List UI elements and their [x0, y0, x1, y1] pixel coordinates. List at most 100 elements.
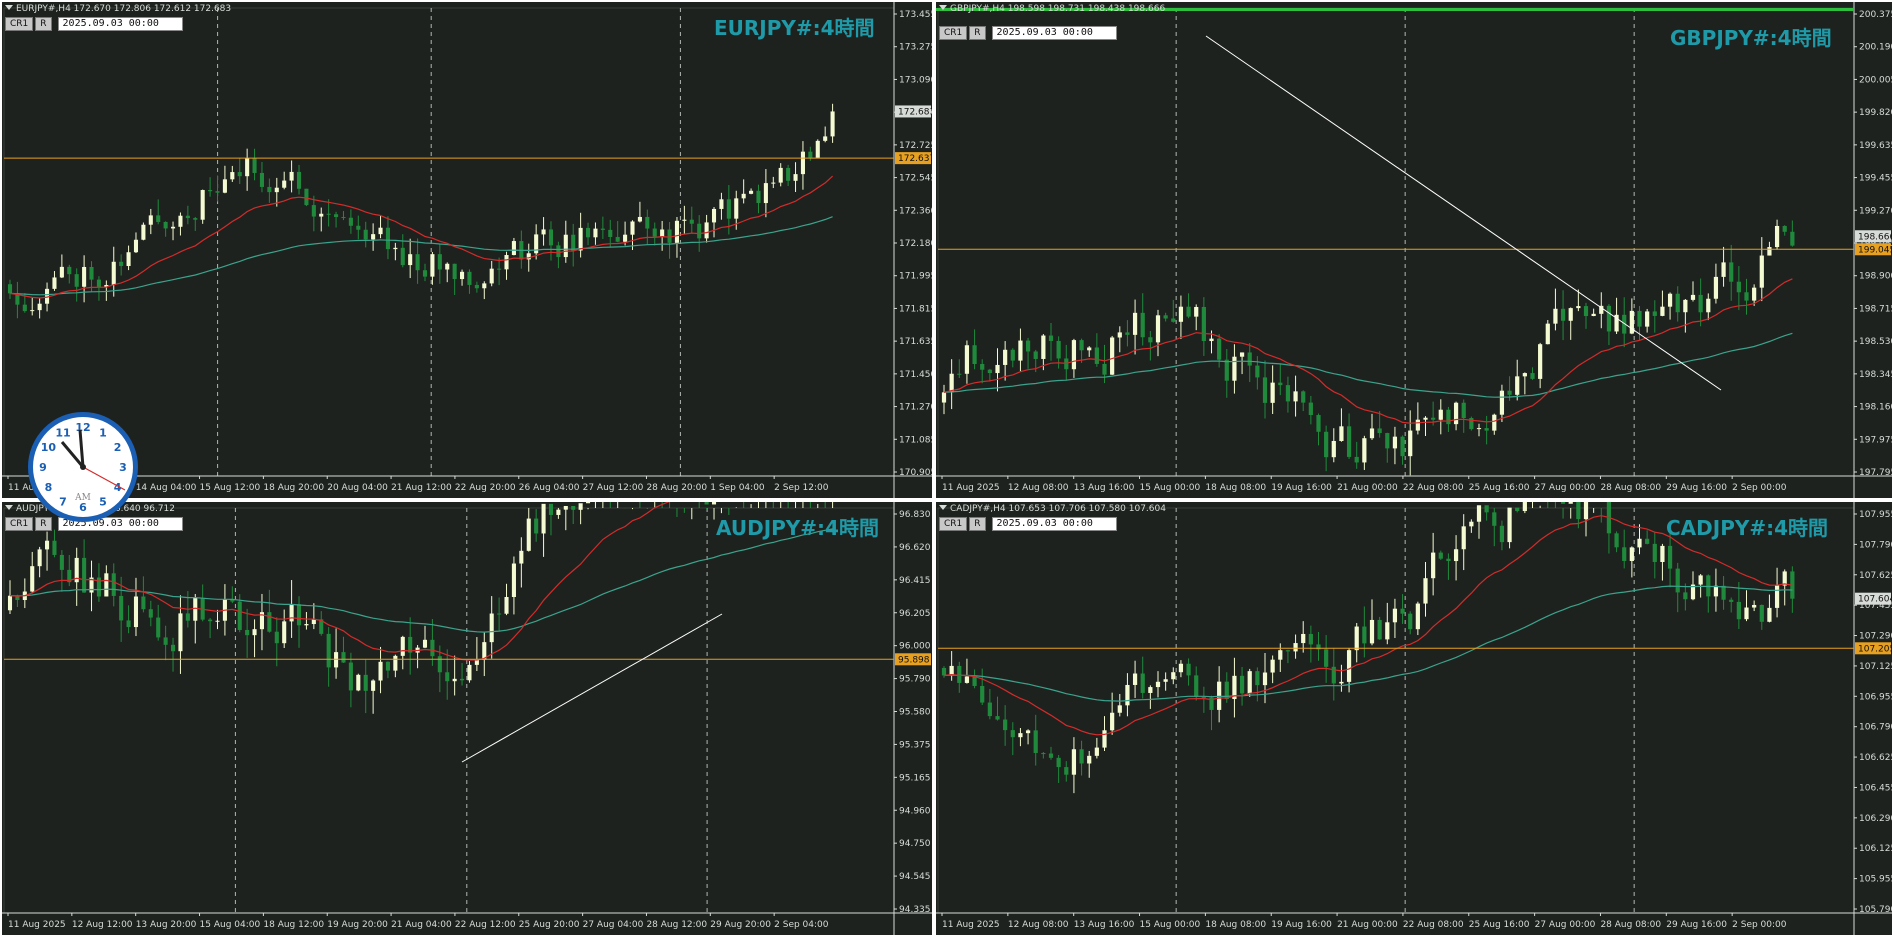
current-price-tag-text: 107.604	[1858, 595, 1892, 605]
candle-body	[1010, 349, 1015, 361]
candle-body	[1507, 507, 1512, 543]
dropdown-triangle-icon[interactable]	[939, 505, 947, 510]
level-price-tag-text: 107.205	[1858, 644, 1892, 654]
candle-body	[1094, 747, 1099, 756]
candle-body	[1003, 349, 1008, 365]
candle-body	[1461, 402, 1466, 419]
candle-body	[363, 674, 368, 691]
candle-body	[1736, 601, 1741, 620]
candle-body	[1270, 382, 1275, 403]
cr1-button[interactable]: CR1	[5, 17, 34, 31]
candle-body	[571, 505, 576, 510]
candle-body	[326, 213, 331, 215]
price-tick-label: 107.625	[1859, 571, 1892, 581]
candle-body	[22, 304, 27, 312]
time-tick-label: 21 Aug 00:00	[1337, 920, 1398, 930]
clock-number: 3	[119, 461, 127, 474]
candle-body	[163, 221, 168, 229]
candle-body	[319, 213, 324, 217]
candle-body	[1568, 502, 1573, 504]
candle-body	[193, 218, 198, 220]
chart-pane-eurjpy[interactable]: 173.455173.275173.090172.910172.725172.5…	[2, 2, 932, 498]
candle-body	[1744, 292, 1749, 301]
candle-body	[1690, 294, 1696, 300]
time-tick-label: 27 Aug 00:00	[1535, 483, 1596, 493]
r-button[interactable]: R	[969, 517, 986, 531]
candle-body	[1163, 315, 1168, 319]
price-tick-label: 198.160	[1859, 403, 1892, 413]
candle-body	[771, 182, 776, 184]
candle-body	[1071, 340, 1077, 370]
candle-body	[1155, 681, 1161, 688]
dropdown-triangle-icon[interactable]	[5, 505, 13, 510]
time-tick-label: 18 Aug 08:00	[1205, 483, 1266, 493]
chart-canvas-gbpjpy[interactable]: 200.375 200.190 200.005 199.820 199.635 199.4…	[936, 2, 1892, 498]
candle-body	[1614, 533, 1619, 548]
price-tick-label: 107.125	[1859, 662, 1892, 672]
cr1-button[interactable]: CR1	[939, 26, 968, 40]
candle-body	[1423, 578, 1428, 604]
candle-body	[1622, 547, 1627, 561]
candle-body	[504, 596, 509, 614]
date-field[interactable]: 2025.09.03 00:00	[991, 26, 1117, 40]
candle-body	[1400, 608, 1405, 614]
candle-body	[541, 229, 546, 235]
candle-body	[222, 179, 227, 193]
dropdown-triangle-icon[interactable]	[5, 5, 13, 10]
chart-canvas-audjpy[interactable]: 96.830 96.620 96.415 96.205 96.000 95.790 95.5…	[2, 502, 932, 935]
dropdown-triangle-icon[interactable]	[939, 5, 947, 10]
cr1-button[interactable]: CR1	[939, 517, 968, 531]
candle-body	[467, 271, 472, 285]
date-field[interactable]: 2025.09.03 00:00	[57, 17, 183, 31]
r-button[interactable]: R	[35, 17, 52, 31]
candle-body	[995, 716, 1000, 720]
candle-body	[1346, 650, 1352, 682]
candle-body	[208, 190, 213, 192]
chart-pane-gbpjpy[interactable]: 200.375 200.190 200.005 199.820 199.635 199.4…	[936, 2, 1892, 498]
candle-body	[193, 597, 198, 621]
candle-body	[1729, 599, 1734, 602]
chart-pane-cadjpy[interactable]: 107.955107.790107.625107.455107.290107.1…	[936, 502, 1892, 935]
price-tick-label: 171.450	[899, 370, 932, 380]
candle-body	[941, 667, 947, 676]
time-tick-label: 14 Aug 04:00	[136, 483, 197, 493]
candle-body	[526, 518, 531, 551]
candle-body	[356, 225, 361, 230]
candle-body	[563, 234, 568, 258]
candle-body	[1752, 604, 1757, 608]
date-field[interactable]: 2025.09.03 00:00	[991, 517, 1117, 531]
candle-body	[1102, 730, 1107, 748]
candle-body	[363, 229, 368, 240]
chart-canvas-eurjpy[interactable]: 173.455173.275173.090172.910172.725172.5…	[2, 2, 932, 498]
candle-body	[637, 216, 642, 222]
plot-frame	[937, 507, 1855, 914]
time-tick-label: 28 Aug 12:00	[646, 920, 707, 930]
candle-body	[1431, 417, 1436, 420]
candle-body	[1178, 306, 1184, 322]
candle-body	[252, 629, 257, 636]
candle-body	[1752, 287, 1757, 301]
candle-body	[119, 261, 124, 267]
r-button[interactable]: R	[969, 26, 986, 40]
candle-body	[393, 247, 398, 250]
price-tick-label: 171.635	[899, 337, 932, 347]
candles	[941, 502, 1795, 794]
current-price-tag-text: 198.666	[1858, 232, 1892, 242]
candle-body	[178, 215, 183, 227]
candle-body	[1553, 308, 1558, 324]
candle-body	[1362, 626, 1367, 644]
candle-body	[1538, 344, 1543, 379]
candle-body	[7, 595, 13, 611]
time-tick-label: 13 Aug 16:00	[1074, 920, 1135, 930]
candle-body	[1239, 675, 1245, 694]
chart-pane-audjpy[interactable]: 96.830 96.620 96.415 96.205 96.000 95.790 95.5…	[2, 502, 932, 935]
price-tick-label: 105.955	[1859, 875, 1892, 885]
chart-canvas-cadjpy[interactable]: 107.955107.790107.625107.455107.290107.1…	[936, 502, 1892, 935]
analog-clock-icon[interactable]: 12 1234567891011 AM	[26, 410, 140, 524]
time-tick-label: 21 Aug 04:00	[391, 920, 452, 930]
candle-body	[1377, 619, 1382, 640]
candle-body	[111, 573, 116, 596]
time-tick-label: 25 Aug 16:00	[1469, 483, 1530, 493]
candle-body	[1637, 538, 1642, 548]
time-tick-label: 18 Aug 20:00	[263, 483, 324, 493]
